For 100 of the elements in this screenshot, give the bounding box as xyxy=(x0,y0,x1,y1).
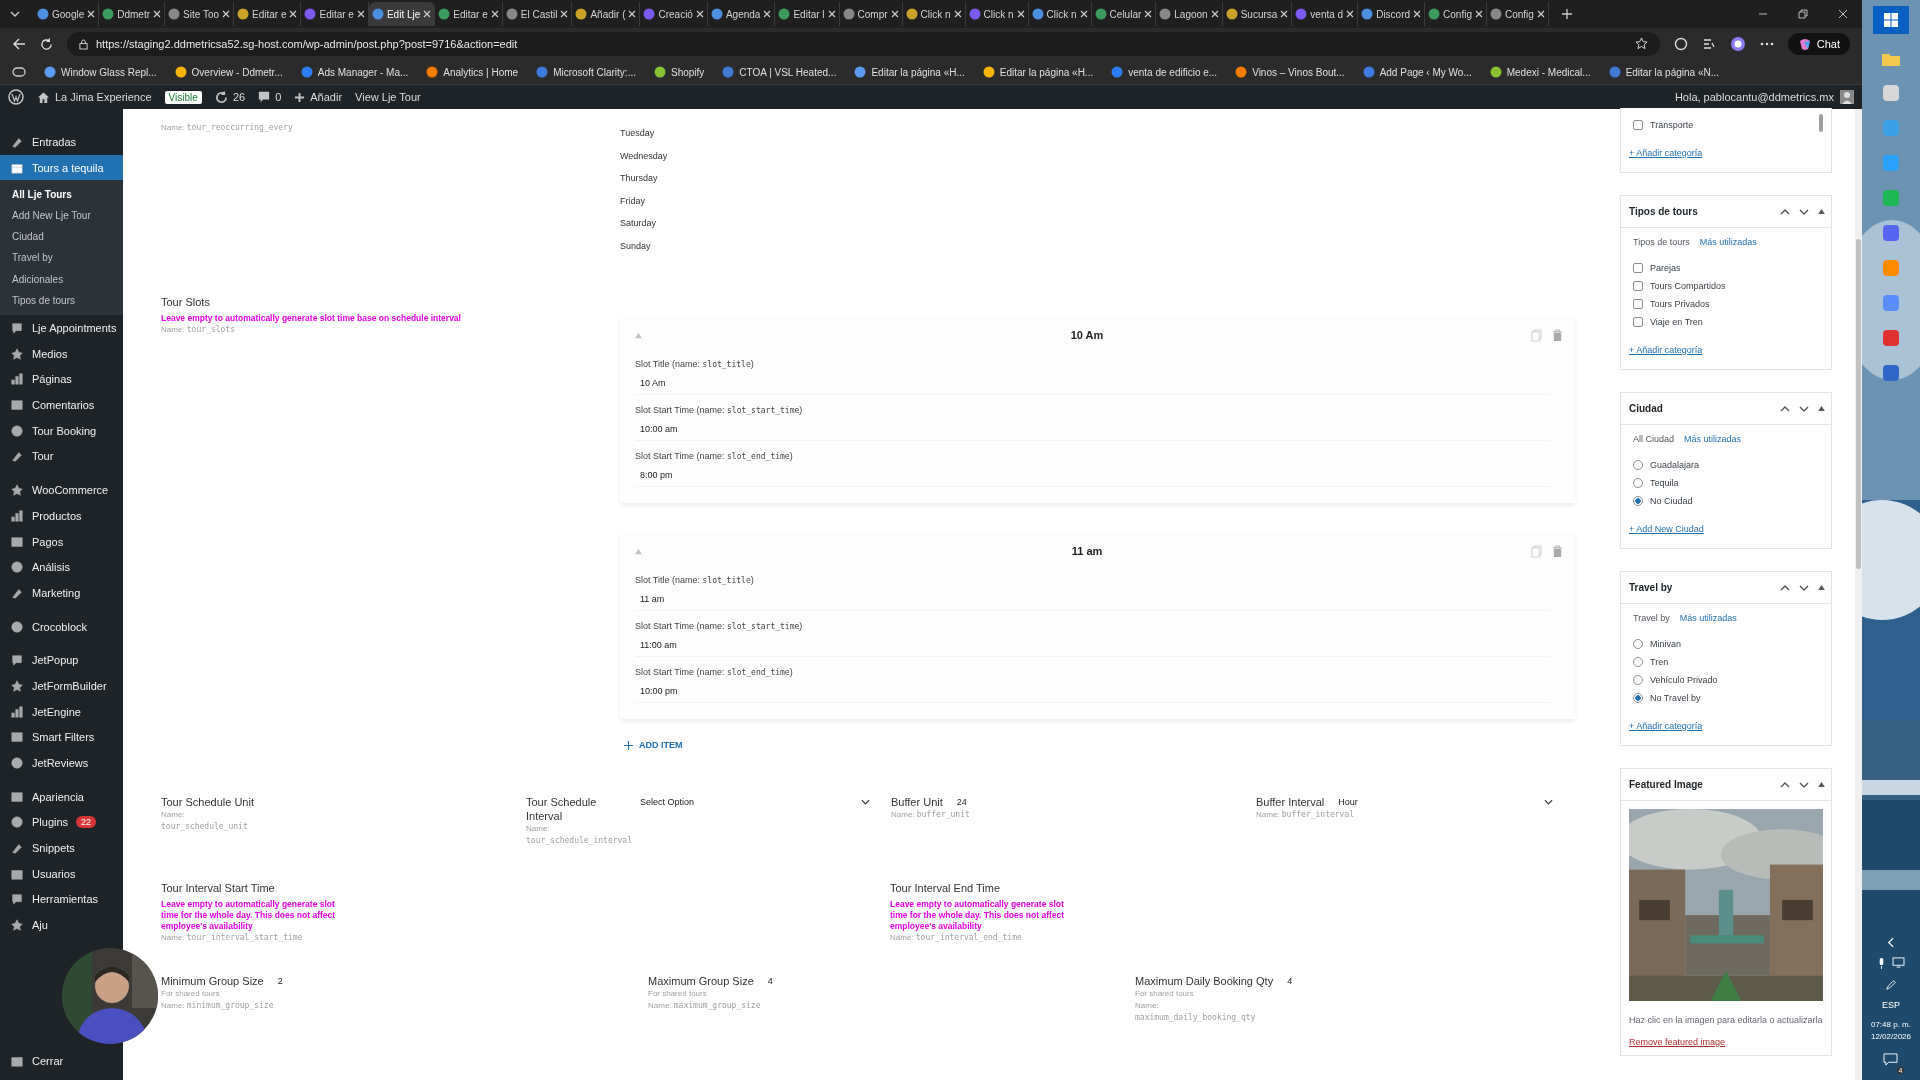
browser-tab[interactable]: venta d xyxy=(1292,2,1359,26)
sidebar-item[interactable]: Herramientas xyxy=(0,886,123,913)
day-option[interactable]: Saturday xyxy=(620,215,668,238)
add-link[interactable]: + Añadir categoría xyxy=(1629,144,1823,164)
bookmark[interactable]: Overview - Ddmetr... xyxy=(174,66,283,78)
sidebar-item[interactable]: Cerrar xyxy=(0,1048,123,1074)
input-field[interactable]: 4 xyxy=(1283,974,1297,988)
bookmark[interactable]: Editar la página «N... xyxy=(1608,66,1720,78)
submenu-item[interactable]: All Lje Tours xyxy=(0,183,123,205)
bookmark[interactable]: Vinos – Vinos Bout... xyxy=(1235,66,1345,78)
sidebar-item[interactable]: Comentarios xyxy=(0,392,123,418)
sidebar-item[interactable]: Tours a tequila xyxy=(0,154,123,181)
sidebar-item[interactable]: Productos xyxy=(0,502,123,529)
submenu-item[interactable]: Tipos de tours xyxy=(0,289,123,312)
bookmark[interactable]: Editar la página «H... xyxy=(982,66,1094,78)
day-option[interactable]: Thursday xyxy=(620,170,668,193)
sidebar-item[interactable]: Aju xyxy=(0,912,123,938)
add-link[interactable]: + Añadir categoría xyxy=(1629,341,1823,361)
submenu-item[interactable]: Travel by xyxy=(0,247,123,269)
day-option[interactable]: Tuesday xyxy=(620,125,668,148)
bookmark[interactable]: Medexi - Medical... xyxy=(1489,66,1591,78)
view-link[interactable]: View Lje Tour xyxy=(355,91,421,103)
browser-tab[interactable]: Discord xyxy=(1358,2,1426,26)
browser-tab[interactable]: Editar e xyxy=(301,2,369,26)
select-field[interactable]: Hour xyxy=(1334,795,1558,809)
sidebar-item[interactable]: Usuarios xyxy=(0,860,123,887)
sidebar-item[interactable]: WooCommerce xyxy=(0,477,123,503)
bookmark[interactable]: Window Glass Repl... xyxy=(44,66,157,78)
browser-tab[interactable]: Editar e xyxy=(435,2,503,26)
day-option[interactable]: Friday xyxy=(620,192,668,215)
submenu-item[interactable]: Adicionales xyxy=(0,268,123,290)
sidebar-item[interactable]: Snippets xyxy=(0,835,123,861)
box-tab[interactable]: Travel by xyxy=(1633,613,1670,623)
input-field[interactable]: 10:00 am xyxy=(635,418,1550,441)
sidebar-item[interactable]: JetEngine xyxy=(0,698,123,725)
input-field[interactable]: 8:00 pm xyxy=(635,464,1550,487)
sidebar-item[interactable]: Análisis xyxy=(0,554,123,581)
browser-tab[interactable]: Ddmetr xyxy=(99,2,166,26)
browser-tab[interactable]: Click n xyxy=(1028,2,1092,26)
sidebar-item[interactable]: Pagos xyxy=(0,528,123,555)
box-tab[interactable]: Tipos de tours xyxy=(1633,237,1690,247)
sidebar-item[interactable]: Medios xyxy=(0,340,123,367)
browser-tab[interactable]: Site Too xyxy=(165,2,234,26)
browser-tab[interactable]: Google xyxy=(34,2,100,26)
box-tab[interactable]: All Ciudad xyxy=(1633,434,1675,444)
day-option[interactable]: Sunday xyxy=(620,237,668,260)
add-item-button[interactable]: ADD ITEM xyxy=(620,737,687,753)
bookmark[interactable]: Analytics | Home xyxy=(426,66,519,78)
site-link[interactable]: La Jima Experience xyxy=(55,91,152,103)
input-field[interactable]: 24 xyxy=(952,795,971,809)
sidebar-item[interactable]: Tour Booking xyxy=(0,417,123,444)
address-field[interactable]: https://staging2.ddmetricsa52.sg-host.com/wp-admin/post.php?post=9716&action=edit xyxy=(67,32,1660,56)
browser-tab[interactable]: Añadir ( xyxy=(572,2,641,26)
sidebar-item[interactable]: Plugins 22 xyxy=(0,809,123,836)
browser-tab[interactable]: Celular xyxy=(1091,2,1157,26)
sidebar-item[interactable]: Apariencia xyxy=(0,783,123,810)
bookmark[interactable]: Shopify xyxy=(653,66,705,78)
browser-tab[interactable]: Config xyxy=(1425,2,1487,26)
input-field[interactable]: 2 xyxy=(273,974,287,988)
sidebar-item[interactable]: Páginas xyxy=(0,366,123,393)
bookmark[interactable]: Ads Manager - Ma... xyxy=(300,66,409,78)
chat-button[interactable]: Chat xyxy=(1787,33,1850,55)
add-link[interactable]: + Añadir categoría xyxy=(1629,717,1823,737)
sidebar-item[interactable]: Lje Appointments xyxy=(0,315,123,341)
sidebar-item[interactable]: JetReviews xyxy=(0,750,123,776)
input-field[interactable]: 4 xyxy=(763,974,777,988)
bookmark[interactable]: CTOA | VSL Heated... xyxy=(722,66,837,78)
box-tab[interactable]: Más utilizadas xyxy=(1699,237,1757,247)
browser-tab[interactable]: Compr xyxy=(839,2,903,26)
bookmark[interactable]: venta de edificio e... xyxy=(1111,66,1218,78)
updates-count[interactable]: 26 xyxy=(232,91,246,103)
language-indicator[interactable]: ESP xyxy=(1882,1000,1900,1010)
browser-tab[interactable]: Lagoon xyxy=(1156,2,1223,26)
bookmark[interactable]: Editar la página «H... xyxy=(854,66,965,78)
browser-tab[interactable]: Click n xyxy=(965,2,1029,26)
browser-tab[interactable]: El Castil xyxy=(502,2,573,26)
greeting-link[interactable]: Hola, pablocantu@ddmetrics.mx xyxy=(1674,91,1834,103)
sidebar-item[interactable]: Crocoblock xyxy=(0,613,123,640)
add-link[interactable]: + Add New Ciudad xyxy=(1629,520,1823,540)
input-field[interactable]: 10 Am xyxy=(635,372,1550,395)
browser-tab[interactable]: Editar l xyxy=(775,2,840,26)
clock[interactable]: 07:48 p. m. 12/02/2026 xyxy=(1870,1019,1911,1043)
sidebar-item[interactable]: Entradas xyxy=(0,129,123,155)
sidebar-item[interactable]: Marketing xyxy=(0,580,123,606)
browser-tab[interactable]: Config xyxy=(1487,2,1549,26)
remove-image-link[interactable]: Remove featured image xyxy=(1629,1037,1823,1047)
bookmark[interactable]: Microsoft Clarity:... xyxy=(536,66,636,78)
input-field[interactable]: 11 am xyxy=(635,588,1550,611)
browser-tab[interactable]: Agenda xyxy=(707,2,776,26)
input-field[interactable]: 11:00 am xyxy=(635,634,1550,657)
browser-tab[interactable]: Edit Lje xyxy=(368,2,436,26)
sidebar-item[interactable]: Tour xyxy=(0,443,123,470)
new-link[interactable]: Añadir xyxy=(310,91,343,103)
box-tab[interactable]: Más utilizadas xyxy=(1684,434,1742,444)
bookmark[interactable]: Add Page ‹ My Wo... xyxy=(1362,66,1472,78)
box-tab[interactable]: Más utilizadas xyxy=(1679,613,1737,623)
sidebar-item[interactable]: Smart Filters xyxy=(0,724,123,751)
comments-count[interactable]: 0 xyxy=(275,91,282,103)
browser-tab[interactable]: Click n xyxy=(902,2,966,26)
day-option[interactable]: Wednesday xyxy=(620,147,668,170)
